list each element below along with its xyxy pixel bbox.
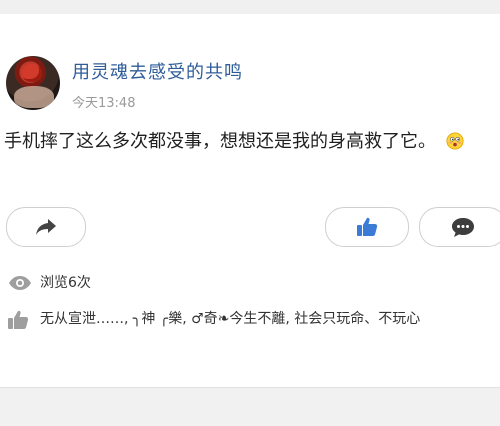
post-time: 今天13:48 xyxy=(72,96,136,111)
share-arrow-icon xyxy=(36,219,56,235)
avatar[interactable] xyxy=(6,56,60,110)
top-divider-strip xyxy=(0,0,500,15)
hand-image-part xyxy=(14,86,54,108)
thumbs-up-icon xyxy=(357,217,378,236)
share-button[interactable] xyxy=(6,207,86,247)
view-count: 浏览6次 xyxy=(40,275,91,291)
post-content: 手机摔了这么多次都没事，想想还是我的身高救了它。 xyxy=(4,127,494,157)
post-text: 手机摔了这么多次都没事，想想还是我的身高救了它。 xyxy=(4,131,436,152)
bottom-divider-strip xyxy=(0,387,500,426)
rose-image-part xyxy=(22,64,42,82)
like-button[interactable] xyxy=(325,207,409,247)
liked-by-list[interactable]: 无从宣泄……, ╮神 ╭樂, ♂奇❧今生不離, 社会只玩命、不玩心 xyxy=(4,306,494,332)
username[interactable]: 用灵魂去感受的共鸣 xyxy=(72,58,243,84)
comment-button[interactable] xyxy=(419,207,500,247)
embarrassed-face-emoji-icon xyxy=(446,132,464,150)
eye-icon xyxy=(9,276,31,290)
comment-bubble-icon xyxy=(452,218,474,237)
